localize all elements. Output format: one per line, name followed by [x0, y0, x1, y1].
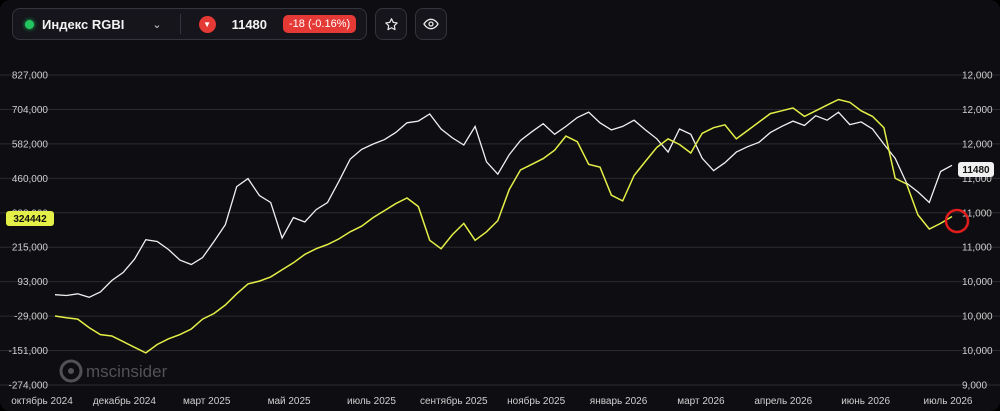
right-tick-label: 12,000	[962, 139, 993, 150]
left-tick-label: 582,000	[12, 139, 49, 150]
msc-logo-icon	[59, 359, 83, 383]
chart-panel: 827,000704,000582,000460,000338,000215,0…	[0, 0, 1000, 411]
left-last-value: 324442	[13, 214, 47, 225]
series-line-volume	[54, 98, 953, 354]
x-tick-label: октябрь 2024	[11, 395, 73, 407]
gridlines	[0, 74, 1000, 386]
x-tick-label: март 2025	[183, 396, 231, 407]
x-tick-label: июль 2025	[347, 396, 396, 407]
x-tick-label: март 2026	[677, 396, 725, 407]
right-tick-label: 12,000	[962, 105, 993, 116]
divider	[179, 14, 181, 34]
left-tick-label: -151,000	[9, 346, 49, 357]
x-tick-label: ноябрь 2025	[507, 395, 565, 407]
left-tick-label: 93,000	[17, 277, 48, 288]
right-last-value: 11480	[962, 165, 990, 176]
left-tick-label: 460,000	[12, 174, 49, 185]
x-tick-label: май 2025	[268, 396, 311, 407]
left-axis: 827,000704,000582,000460,000338,000215,0…	[9, 71, 49, 392]
left-tick-label: -29,000	[14, 312, 48, 323]
x-tick-label: сентябрь 2025	[420, 395, 488, 407]
right-tick-label: 10,000	[962, 346, 993, 357]
price-change-badge: -18 (-0.16%)	[283, 15, 357, 33]
triangle-down-icon: ▼	[198, 15, 216, 33]
status-dot	[25, 19, 34, 29]
symbol-name: Индекс RGBI	[42, 16, 125, 32]
left-tick-label: -274,000	[9, 381, 49, 392]
right-tick-label: 11,000	[962, 243, 992, 254]
x-tick-label: декабрь 2024	[93, 395, 157, 407]
symbol-selector[interactable]: Индекс RGBI ⌄ ▼ 11480 -18 (-0.16%)	[12, 8, 368, 40]
star-outline-icon	[384, 17, 398, 30]
highlight-circle	[944, 208, 970, 234]
visibility-button[interactable]	[415, 8, 448, 40]
right-tick-label: 10,000	[962, 312, 993, 323]
left-tick-label: 827,000	[12, 71, 49, 82]
right-axis: 12,00012,00012,00011,00011,00011,00010,0…	[962, 71, 993, 392]
x-tick-label: апрель 2026	[754, 396, 812, 407]
x-tick-label: июнь 2026	[841, 396, 890, 407]
left-tick-label: 704,000	[12, 105, 49, 116]
right-tick-label: 9,000	[962, 381, 987, 392]
right-last-value-label: 11480	[958, 162, 994, 177]
right-tick-label: 10,000	[962, 277, 993, 288]
right-tick-label: 12,000	[962, 71, 993, 82]
watermark: mscinsider	[59, 359, 168, 383]
left-last-value-label: 324442	[6, 211, 54, 226]
toolbar: Индекс RGBI ⌄ ▼ 11480 -18 (-0.16%)	[12, 8, 448, 40]
price-chart[interactable]: 827,000704,000582,000460,000338,000215,0…	[0, 0, 1000, 411]
current-price: 11480	[231, 16, 268, 32]
x-axis: октябрь 2024 декабрь 2024 март 2025 май 202…	[11, 395, 973, 407]
favorite-button[interactable]	[375, 8, 408, 40]
eye-icon	[423, 18, 439, 30]
x-tick-label: январь 2026	[590, 396, 648, 407]
x-tick-label: июль 2026	[924, 396, 973, 407]
left-tick-label: 215,000	[12, 243, 49, 254]
watermark-text: mscinsider	[86, 362, 168, 381]
chevron-down-icon: ⌄	[152, 18, 162, 31]
